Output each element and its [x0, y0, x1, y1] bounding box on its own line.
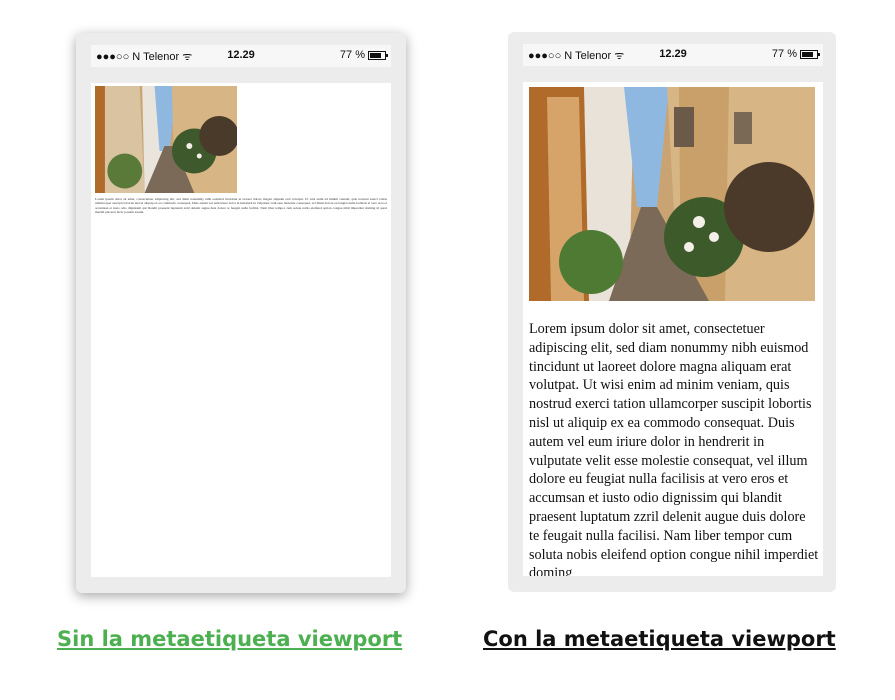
- body-text: Lorem ipsum dolor sit amet, consectetuer…: [529, 321, 819, 576]
- caption-with-viewport: Con la metaetiqueta viewport: [483, 627, 836, 651]
- status-bar: ●●●○○ N Telenor ᯤ 12.29 77 %: [91, 45, 391, 67]
- battery-icon: [800, 49, 820, 59]
- status-bar: ●●●○○ N Telenor ᯤ 12.29 77 %: [523, 44, 823, 66]
- phone-screen[interactable]: Lorem ipsum dolor sit amet, consectetuer…: [523, 82, 823, 576]
- phone-mockup-without-viewport: ●●●○○ N Telenor ᯤ 12.29 77 % Lorem ipsum…: [76, 33, 406, 593]
- caption-without-viewport: Sin la metaetiqueta viewport: [57, 627, 403, 651]
- battery-status: 77 %: [340, 49, 388, 61]
- phone-mockup-with-viewport: ●●●○○ N Telenor ᯤ 12.29 77 % Lorem ipsum…: [508, 32, 836, 592]
- body-text: Lorem ipsum dolor sit amet, consectetuer…: [95, 197, 387, 215]
- street-photo: [95, 86, 237, 193]
- street-photo: [529, 87, 815, 301]
- phone-screen[interactable]: Lorem ipsum dolor sit amet, consectetuer…: [91, 83, 391, 577]
- battery-status: 77 %: [772, 48, 820, 60]
- battery-icon: [368, 50, 388, 60]
